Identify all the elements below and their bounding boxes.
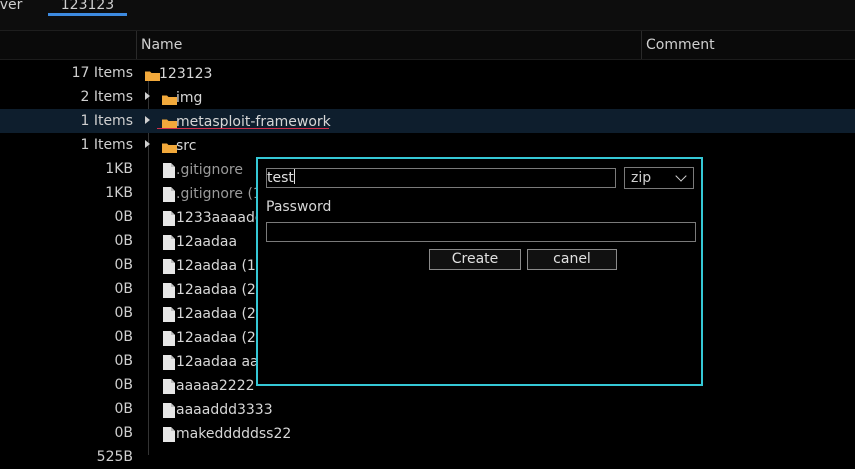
row-size: 0B — [114, 281, 133, 297]
archive-name-input[interactable]: test — [266, 168, 616, 188]
row-size: 0B — [114, 401, 133, 417]
row-size: 0B — [114, 377, 133, 393]
archive-name-value: test — [267, 170, 294, 186]
row-name: aaaaddd3333 — [176, 402, 273, 418]
file-icon — [163, 331, 175, 346]
column-header: Name Comment — [0, 31, 855, 60]
file-icon — [163, 235, 175, 250]
row-size: 1KB — [105, 185, 133, 201]
file-icon — [163, 163, 175, 178]
tree-row-src[interactable]: 1 Items src — [0, 133, 855, 157]
archive-format-select[interactable]: zip — [624, 167, 694, 189]
file-icon — [163, 355, 175, 370]
row-size: 0B — [114, 329, 133, 345]
expand-arrow-icon[interactable] — [145, 116, 150, 124]
expand-arrow-icon[interactable] — [145, 92, 150, 100]
name-column-header[interactable]: Name — [141, 37, 182, 53]
cancel-button[interactable]: canel — [527, 249, 617, 270]
tab-server[interactable]: rver — [0, 0, 22, 16]
active-tab-indicator — [48, 13, 127, 16]
password-input[interactable] — [266, 222, 696, 242]
row-name: 12aadaa (2). — [176, 306, 266, 322]
expand-arrow-icon[interactable] — [145, 140, 150, 148]
row-name: makedddddss22 — [176, 426, 292, 442]
tree-row-file[interactable]: 0B makedddddss22 — [0, 421, 855, 445]
archive-format-value: zip — [631, 170, 652, 186]
tree-row-file[interactable]: 0B aaaaddd3333 — [0, 397, 855, 421]
row-name: 12aadaa (2). — [176, 282, 266, 298]
row-size: 1KB — [105, 161, 133, 177]
row-name: 12aadaa — [176, 234, 238, 250]
column-separator[interactable] — [136, 31, 137, 59]
row-name: .gitignore (1) — [176, 186, 268, 202]
row-name: src — [176, 138, 197, 154]
selection-underline — [157, 128, 329, 129]
tab-bar: rver 123123 — [0, 0, 855, 31]
file-icon — [163, 187, 175, 202]
row-name: 12aadaa (1). — [176, 258, 266, 274]
row-size: 0B — [114, 257, 133, 273]
row-name: .gitignore — [176, 162, 243, 178]
file-icon — [163, 427, 175, 442]
folder-icon — [162, 94, 177, 105]
row-size: 2 Items — [80, 89, 133, 105]
tree-row-img[interactable]: 2 Items img — [0, 85, 855, 109]
password-label: Password — [266, 199, 332, 215]
create-button[interactable]: Create — [429, 249, 521, 270]
folder-icon — [162, 142, 177, 153]
file-icon — [163, 307, 175, 322]
tree-row-root[interactable]: 17 Items 123123 — [0, 61, 855, 85]
row-size: 17 Items — [71, 65, 133, 81]
tree-row-metasploit-framework[interactable]: 1 Items metasploit-framework — [0, 109, 855, 133]
tree-row-file[interactable]: 525B — [0, 445, 855, 469]
compress-dialog: test zip Password Create canel — [256, 157, 703, 386]
file-icon — [163, 379, 175, 394]
folder-icon — [145, 70, 160, 81]
file-icon — [163, 403, 175, 418]
row-name: img — [176, 90, 203, 106]
row-size: 525B — [96, 449, 133, 465]
row-name: 123123 — [159, 66, 213, 82]
row-size: 1 Items — [80, 137, 133, 153]
comment-column-header[interactable]: Comment — [646, 37, 715, 53]
row-size: 0B — [114, 305, 133, 321]
row-size: 1 Items — [80, 113, 133, 129]
chevron-down-icon — [675, 170, 687, 182]
text-caret — [293, 169, 295, 184]
file-icon — [163, 211, 175, 226]
row-name: aaaaa2222 — [176, 378, 255, 394]
file-icon — [163, 259, 175, 274]
row-size: 0B — [114, 209, 133, 225]
row-name: 12aadaa (2). — [176, 330, 266, 346]
row-size: 0B — [114, 353, 133, 369]
file-icon — [163, 283, 175, 298]
row-size: 0B — [114, 425, 133, 441]
row-name: 12aadaa aaa — [176, 354, 268, 370]
column-separator[interactable] — [641, 31, 642, 59]
row-size: 0B — [114, 233, 133, 249]
